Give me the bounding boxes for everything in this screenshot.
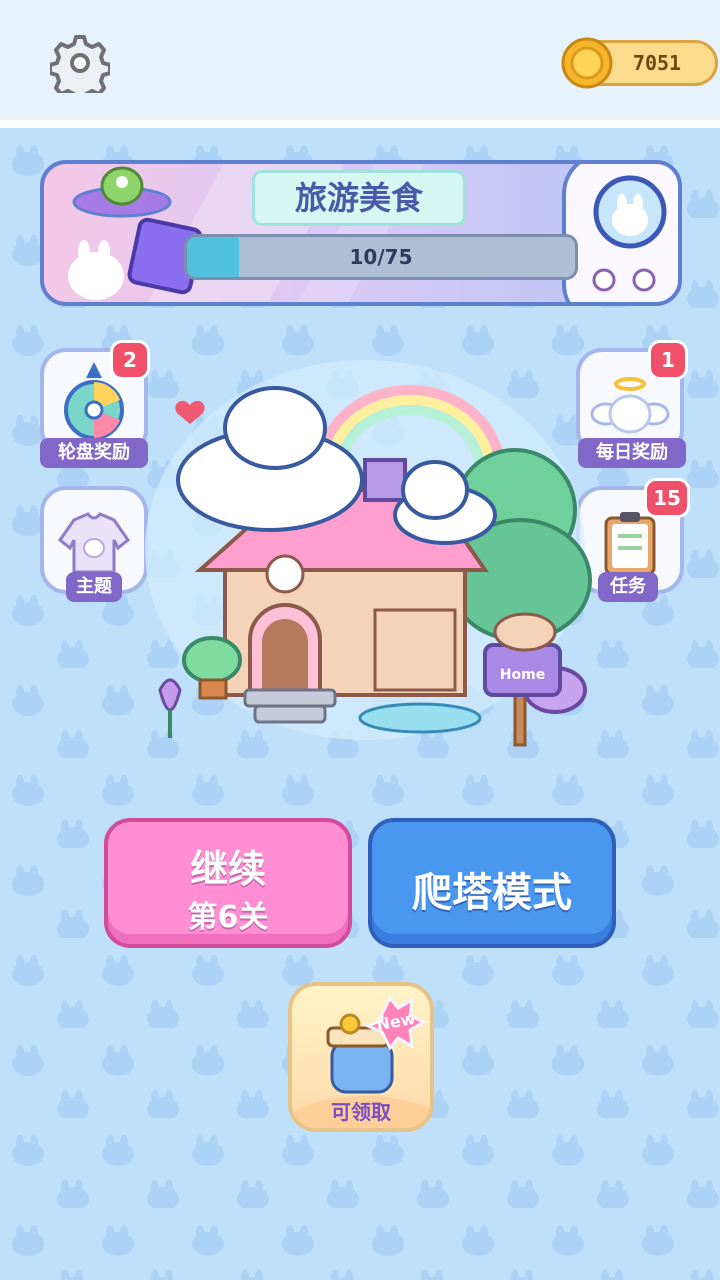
continue-level: 第6关 [187,900,269,935]
daily-reward-badge: 1 [648,340,688,380]
home-sign-text: Home [499,667,546,683]
theme-label: 主题 [66,572,122,602]
continue-label: 继续 [189,847,266,891]
continue-button[interactable]: 继续 第6关 [104,818,352,948]
gift-label: 可领取 [331,1100,391,1124]
tasks-label: 任务 [598,572,658,602]
house-scene [145,360,592,747]
tower-mode-label: 爬塔模式 [412,870,572,916]
banner-title: 旅游美食 [252,170,466,226]
tasks-badge: 15 [644,478,690,518]
progress-text: 10/75 [349,245,413,269]
tower-mode-button[interactable]: 爬塔模式 [368,818,616,948]
gear-icon [48,35,112,103]
coin-amount: 7051 [632,51,682,75]
coin-icon [560,36,614,90]
settings-button[interactable] [48,33,112,103]
top-divider [0,120,720,128]
